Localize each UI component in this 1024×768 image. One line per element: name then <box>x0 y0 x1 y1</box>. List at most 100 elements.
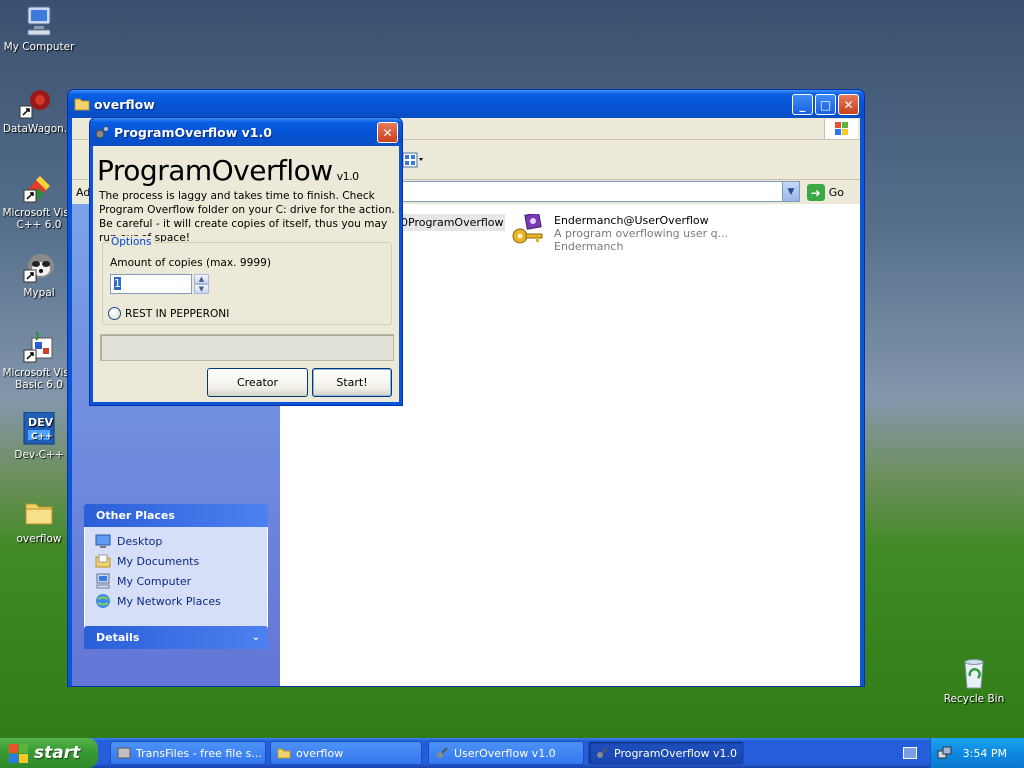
network-places-icon <box>96 594 110 608</box>
file-name: 0ProgramOverflow <box>401 216 504 229</box>
heading-text: ProgramOverflow <box>97 154 333 187</box>
task-label: ProgramOverflow v1.0 <box>614 746 738 760</box>
devcpp-shortcut-icon: DEV C++ <box>22 411 56 446</box>
desktop-icon-my-computer[interactable]: My Computer <box>0 4 78 53</box>
details-panel: Details ⌄ <box>84 626 268 649</box>
radio-label: REST IN PEPPERONI <box>125 307 230 320</box>
place-my-computer[interactable]: My Computer <box>95 571 257 591</box>
close-button[interactable]: ✕ <box>377 122 398 143</box>
start-label: start <box>34 743 81 763</box>
folder-icon <box>22 496 56 530</box>
windows-flag-icon <box>824 119 858 139</box>
computer-icon <box>22 4 56 38</box>
task-label: overflow <box>296 746 344 760</box>
file-name: Endermanch@UserOverflow <box>554 214 709 227</box>
chevron-down-icon[interactable]: ⌄ <box>252 632 260 643</box>
version-text: v1.0 <box>336 170 360 183</box>
datawagon-shortcut-icon <box>18 86 52 120</box>
file-item-programoverflow[interactable]: 0ProgramOverflow <box>400 214 505 231</box>
folder-icon <box>277 748 291 759</box>
start-button[interactable]: Start! <box>312 368 392 397</box>
desktop-icon-datawagon[interactable]: DataWagon. <box>0 86 74 135</box>
copies-value: 1 <box>114 277 121 290</box>
place-label: My Computer <box>117 574 192 588</box>
minimize-button[interactable]: _ <box>792 94 813 115</box>
file-company: Endermanch <box>554 240 624 253</box>
place-label: Desktop <box>117 534 163 548</box>
other-places-panel: Other Places Desktop My Documents My Com… <box>84 504 268 631</box>
visual-cpp-shortcut-icon <box>22 170 56 204</box>
dialog-window-controls: ✕ <box>377 122 398 143</box>
close-button[interactable]: ✕ <box>838 94 859 115</box>
task-transfiles[interactable]: TransFiles - free file s... <box>110 741 266 765</box>
desktop-icon-recycle-bin[interactable]: Recycle Bin <box>935 656 1013 705</box>
keyboard-icon[interactable] <box>903 747 917 759</box>
start-button[interactable]: start <box>0 738 98 768</box>
copies-label: Amount of copies (max. 9999) <box>110 257 271 269</box>
details-header[interactable]: Details ⌄ <box>84 626 268 649</box>
place-desktop[interactable]: Desktop <box>95 531 257 551</box>
task-label: UserOverflow v1.0 <box>454 746 556 760</box>
go-label: Go <box>828 186 844 199</box>
folder-icon <box>74 98 90 111</box>
place-my-network-places[interactable]: My Network Places <box>95 591 257 611</box>
place-label: My Network Places <box>117 594 221 608</box>
app-icon <box>597 747 608 758</box>
app-icon <box>117 747 131 759</box>
maximize-button[interactable]: □ <box>815 94 836 115</box>
explorer-title: overflow <box>94 96 155 112</box>
svg-text:C++: C++ <box>31 432 53 442</box>
explorer-window-controls: _ □ ✕ <box>792 94 859 115</box>
app-icon <box>437 747 448 758</box>
go-button[interactable]: ➜ Go <box>806 184 844 201</box>
key-app-icon <box>510 212 546 244</box>
creator-button[interactable]: Creator <box>207 368 308 397</box>
go-arrow-icon: ➜ <box>806 184 825 201</box>
dialog-body: ProgramOverflow v1.0 The process is laggy… <box>93 146 399 402</box>
address-input[interactable]: ▼ <box>402 181 800 202</box>
mypal-shortcut-icon <box>22 250 56 284</box>
svg-text:DEV: DEV <box>28 416 54 429</box>
task-label: TransFiles - free file s... <box>136 746 262 760</box>
computer-icon <box>96 573 110 589</box>
stepper-up-icon[interactable]: ▲ <box>194 274 209 284</box>
task-overflow[interactable]: overflow <box>270 741 422 765</box>
recycle-bin-icon <box>957 656 991 690</box>
copies-input[interactable]: 1 <box>110 274 192 294</box>
chevron-down-icon[interactable]: ▼ <box>782 182 799 201</box>
desktop-icon <box>95 534 111 548</box>
dialog-heading: ProgramOverflow v1.0 <box>97 154 359 187</box>
my-documents-icon <box>95 554 111 568</box>
taskbar: start TransFiles - free file s... overfl… <box>0 738 1024 768</box>
details-label: Details <box>96 631 140 644</box>
options-legend: Options <box>109 236 154 248</box>
dialog-title: ProgramOverflow v1.0 <box>114 124 272 140</box>
rest-in-pepperoni-option[interactable]: REST IN PEPPERONI <box>108 307 229 320</box>
explorer-titlebar[interactable]: overflow <box>68 90 864 118</box>
place-my-documents[interactable]: My Documents <box>95 551 257 571</box>
place-label: My Documents <box>117 554 200 568</box>
system-tray: 3:54 PM <box>930 738 1024 768</box>
file-item-useroverflow[interactable]: Endermanch@UserOverflow A program overfl… <box>510 212 729 253</box>
network-tray-icon[interactable] <box>937 745 953 761</box>
desktop-icon-label: My Computer <box>3 41 75 53</box>
visual-basic-shortcut-icon <box>22 330 56 364</box>
progress-bar <box>100 334 394 361</box>
copies-stepper: ▲ ▼ <box>194 274 209 294</box>
windows-logo-icon <box>8 743 28 763</box>
desktop-icon-label: DataWagon. <box>2 123 68 135</box>
task-programoverflow[interactable]: ProgramOverflow v1.0 <box>588 741 744 765</box>
radio-button[interactable] <box>108 307 121 320</box>
clock[interactable]: 3:54 PM <box>963 747 1007 760</box>
file-description: A program overflowing user q... <box>554 227 729 240</box>
other-places-header[interactable]: Other Places <box>84 504 268 527</box>
stepper-down-icon[interactable]: ▼ <box>194 284 209 294</box>
views-icon[interactable] <box>402 152 424 168</box>
app-icon <box>95 125 109 139</box>
options-group: Options Amount of copies (max. 9999) 1 ▲… <box>102 236 392 325</box>
task-useroverflow[interactable]: UserOverflow v1.0 <box>428 741 584 765</box>
desktop-icon-label: Recycle Bin <box>943 693 1005 705</box>
programoverflow-dialog[interactable]: ProgramOverflow v1.0 ✕ ProgramOverflow v1… <box>89 117 403 406</box>
other-places-list: Desktop My Documents My Computer My Netw… <box>84 527 268 631</box>
dialog-titlebar[interactable]: ProgramOverflow v1.0 <box>90 118 402 146</box>
